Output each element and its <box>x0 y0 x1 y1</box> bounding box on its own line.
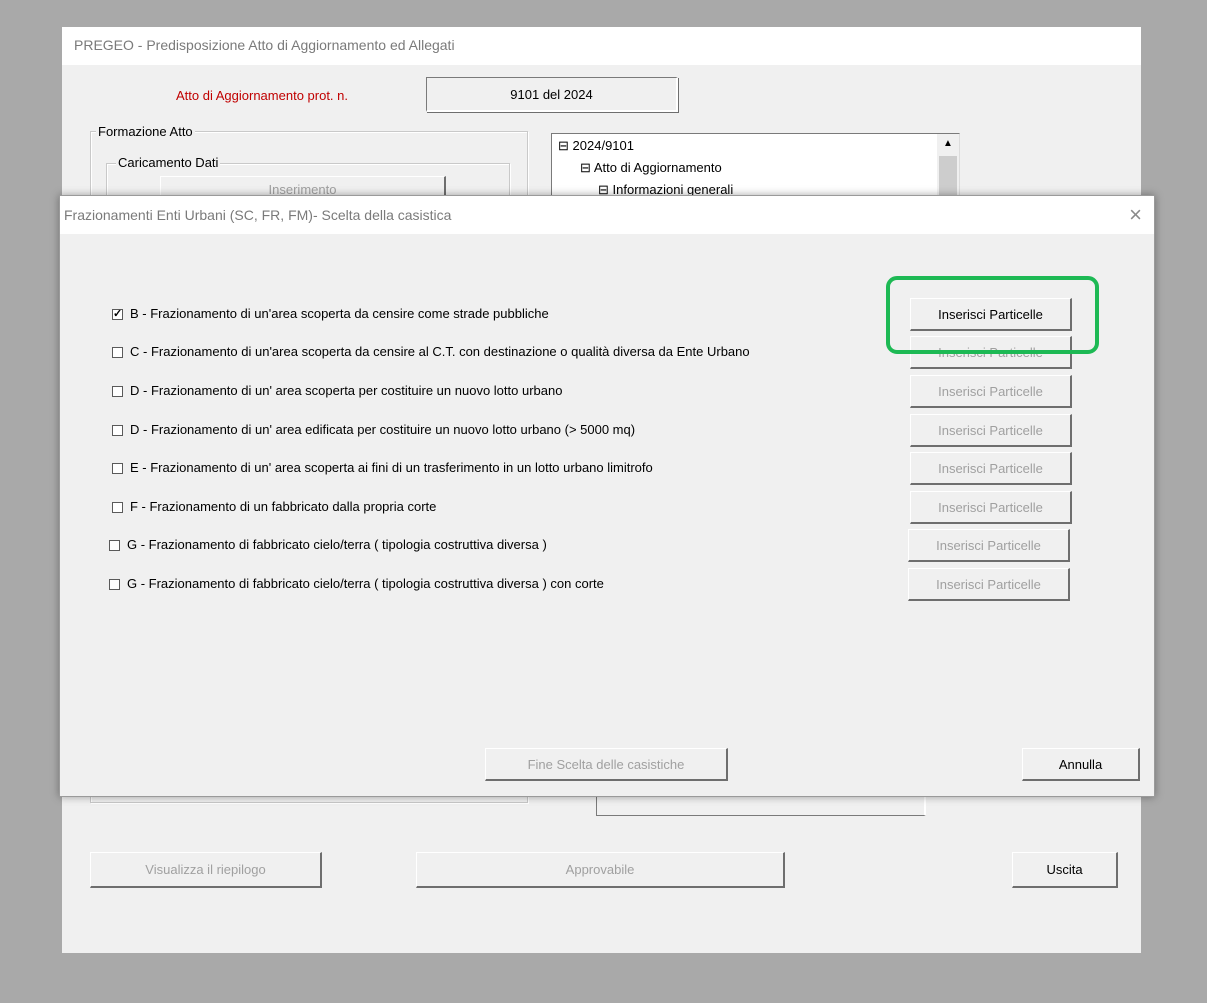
close-icon[interactable]: × <box>1129 202 1142 228</box>
casistica-checkbox[interactable] <box>112 386 123 397</box>
uscita-button[interactable]: Uscita <box>1012 852 1118 888</box>
casistica-checkbox[interactable]: ✓ <box>112 309 123 320</box>
casistica-label: C - Frazionamento di un'area scoperta da… <box>130 344 750 359</box>
main-window-title: PREGEO - Predisposizione Atto di Aggiorn… <box>74 37 455 53</box>
atto-label: Atto di Aggiornamento prot. n. <box>176 88 348 103</box>
inserisci-particelle-button[interactable]: Inserisci Particelle <box>910 452 1072 485</box>
visualizza-riepilogo-button[interactable]: Visualizza il riepilogo <box>90 852 322 888</box>
main-window-titlebar: PREGEO - Predisposizione Atto di Aggiorn… <box>62 27 1141 65</box>
annulla-label: Annulla <box>1058 756 1103 772</box>
casistica-label: D - Frazionamento di un' area edificata … <box>130 422 636 437</box>
inserisci-particelle-label: Inserisci Particelle <box>938 499 1043 515</box>
casistica-checkbox[interactable] <box>109 579 120 590</box>
inserisci-particelle-label: Inserisci Particelle <box>938 422 1043 438</box>
tree-root[interactable]: ⊟ 2024/9101 <box>558 138 634 154</box>
scroll-up-icon[interactable]: ▲ <box>943 138 953 149</box>
uscita-label: Uscita <box>1046 862 1083 877</box>
casistica-checkbox[interactable] <box>112 463 123 474</box>
casistica-dialog: Frazionamenti Enti Urbani (SC, FR, FM)- … <box>59 195 1155 797</box>
inserisci-particelle-label: Inserisci Particelle <box>938 460 1043 476</box>
tree-root-label: 2024/9101 <box>572 138 634 153</box>
approvabile-label: Approvabile <box>565 862 635 877</box>
collapse-icon[interactable]: ⊟ <box>580 160 591 175</box>
inserisci-particelle-button[interactable]: Inserisci Particelle <box>910 375 1072 408</box>
dialog-titlebar: Frazionamenti Enti Urbani (SC, FR, FM)- … <box>60 196 1154 234</box>
fine-scelta-button[interactable]: Fine Scelta delle casistiche <box>485 748 728 781</box>
casistica-checkbox[interactable] <box>109 540 120 551</box>
formazione-atto-legend: Formazione Atto <box>96 124 195 139</box>
casistica-label: B - Frazionamento di un'area scoperta da… <box>130 306 549 321</box>
casistica-label: F - Frazionamento di un fabbricato dalla… <box>130 499 437 514</box>
inserisci-highlight <box>886 276 1099 354</box>
inserisci-particelle-button[interactable]: Inserisci Particelle <box>908 568 1070 601</box>
approvabile-button[interactable]: Approvabile <box>416 852 785 888</box>
inserisci-particelle-label: Inserisci Particelle <box>938 383 1043 399</box>
fine-scelta-label: Fine Scelta delle casistiche <box>527 756 685 772</box>
tree-child-label: Atto di Aggiornamento <box>593 160 722 175</box>
casistica-checkbox[interactable] <box>112 347 123 358</box>
caricamento-dati-legend: Caricamento Dati <box>116 155 221 170</box>
collapse-icon[interactable]: ⊟ <box>558 138 569 153</box>
atto-value-field: 9101 del 2024 <box>426 77 678 112</box>
inserisci-particelle-button[interactable]: Inserisci Particelle <box>910 414 1072 447</box>
inserisci-particelle-label: Inserisci Particelle <box>936 537 1041 553</box>
inserisci-particelle-label: Inserisci Particelle <box>936 576 1041 592</box>
casistica-label: E - Frazionamento di un' area scoperta a… <box>130 460 653 475</box>
casistica-label: G - Frazionamento di fabbricato cielo/te… <box>127 576 604 591</box>
tree-child[interactable]: ⊟ Atto di Aggiornamento <box>580 160 722 176</box>
dialog-title: Frazionamenti Enti Urbani (SC, FR, FM)- … <box>64 207 452 223</box>
casistica-label: D - Frazionamento di un' area scoperta p… <box>130 383 563 398</box>
casistica-checkbox[interactable] <box>112 502 123 513</box>
casistica-checkbox[interactable] <box>112 425 123 436</box>
inserisci-particelle-button[interactable]: Inserisci Particelle <box>908 529 1070 562</box>
visualizza-riepilogo-label: Visualizza il riepilogo <box>145 862 266 877</box>
inserisci-particelle-button[interactable]: Inserisci Particelle <box>910 491 1072 524</box>
atto-value: 9101 del 2024 <box>510 86 593 102</box>
casistica-label: G - Frazionamento di fabbricato cielo/te… <box>127 537 547 552</box>
annulla-button[interactable]: Annulla <box>1022 748 1140 781</box>
